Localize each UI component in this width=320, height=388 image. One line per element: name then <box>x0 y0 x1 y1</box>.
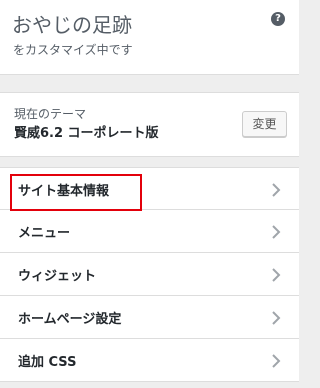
chevron-right-icon <box>272 183 281 197</box>
section-label: ホームページ設定 <box>18 312 122 327</box>
chevron-right-icon <box>272 354 281 368</box>
chevron-right-icon <box>272 311 281 325</box>
section-additional-css[interactable]: 追加 CSS <box>0 339 299 382</box>
current-theme-label: 現在のテーマ <box>14 107 87 121</box>
change-theme-button[interactable]: 変更 <box>242 111 287 137</box>
section-widgets[interactable]: ウィジェット <box>0 253 299 296</box>
customizing-subtitle: をカスタマイズ中です <box>13 43 133 57</box>
current-theme-name: 賢威6.2 コーポレート版 <box>14 126 159 141</box>
chevron-right-icon <box>272 268 281 282</box>
section-label: ウィジェット <box>18 269 97 284</box>
current-theme-panel: 現在のテーマ 賢威6.2 コーポレート版 変更 <box>0 92 299 157</box>
section-homepage-settings[interactable]: ホームページ設定 <box>0 296 299 339</box>
help-icon[interactable]: ? <box>271 12 285 26</box>
site-title: おやじの足跡 <box>12 13 132 37</box>
section-menus[interactable]: メニュー <box>0 210 299 253</box>
section-label: メニュー <box>18 226 71 241</box>
section-label: 追加 CSS <box>18 355 77 370</box>
customizer-header: おやじの足跡 をカスタマイズ中です ? <box>0 0 299 75</box>
highlight-annotation-box <box>10 174 142 211</box>
chevron-right-icon <box>272 225 281 239</box>
